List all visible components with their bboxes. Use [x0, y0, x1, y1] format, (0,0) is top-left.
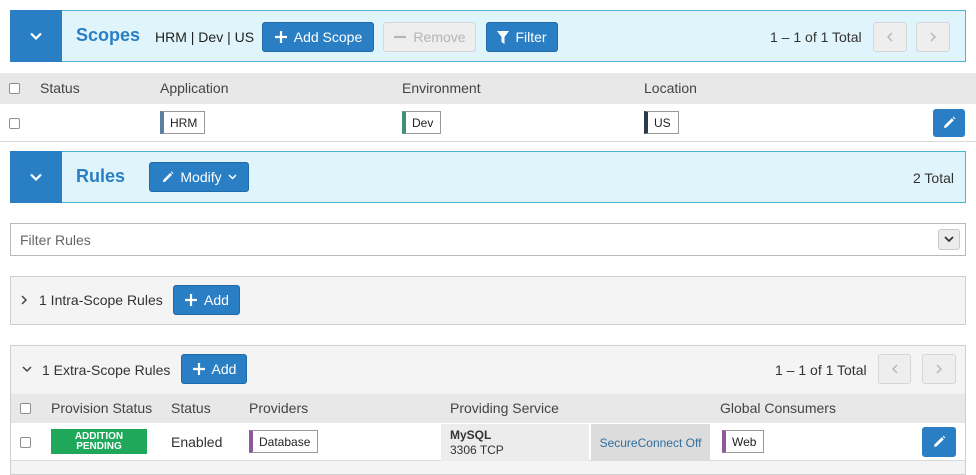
col-header-global-consumers[interactable]: Global Consumers	[720, 400, 836, 416]
modify-button[interactable]: Modify	[149, 162, 249, 192]
filter-rules-field[interactable]	[10, 223, 966, 256]
chevron-left-icon	[887, 32, 893, 42]
environment-label-tag: Dev	[402, 111, 442, 134]
extra-scope-rules-label[interactable]: 1 Extra-Scope Rules	[42, 362, 170, 378]
add-extra-label: Add	[211, 361, 237, 377]
filter-rules-input[interactable]	[11, 224, 911, 255]
scopes-collapse-toggle[interactable]	[10, 10, 62, 62]
chevron-down-icon[interactable]	[22, 365, 32, 373]
service-name: MySQL	[450, 428, 492, 442]
col-header-application[interactable]: Application	[160, 80, 229, 96]
rules-total-text: 2 Total	[913, 170, 954, 186]
scopes-prev-page-button[interactable]	[873, 22, 907, 52]
plus-icon	[185, 294, 198, 306]
location-label-tag: US	[644, 111, 679, 134]
add-intra-scope-rule-button[interactable]: Add	[173, 285, 240, 315]
filter-icon	[497, 30, 510, 44]
service-port: 3306 TCP	[450, 443, 504, 457]
chevron-right-icon	[936, 364, 942, 374]
col-header-status[interactable]: Status	[171, 400, 211, 416]
scope-label: HRM | Dev | US	[155, 29, 255, 45]
scopes-pagination-text: 1 – 1 of 1 Total	[770, 29, 862, 45]
remove-scope-label: Remove	[413, 29, 466, 45]
add-scope-button[interactable]: Add Scope	[262, 22, 374, 52]
application-label-tag: HRM	[160, 111, 206, 134]
rules-collapse-toggle[interactable]	[10, 151, 62, 203]
col-header-environment[interactable]: Environment	[402, 80, 481, 96]
filter-label: Filter	[515, 29, 547, 45]
consumer-label-tag: Web	[722, 430, 765, 453]
remove-scope-button[interactable]: Remove	[383, 22, 476, 52]
extra-prev-page-button[interactable]	[878, 354, 911, 384]
chevron-right-icon	[930, 32, 936, 42]
scopes-grid-header	[0, 73, 976, 104]
chevron-down-icon	[30, 173, 42, 182]
minus-icon	[394, 35, 407, 39]
scopes-select-all-checkbox[interactable]	[9, 83, 20, 94]
table-row	[0, 104, 976, 142]
extra-scope-pagination-text: 1 – 1 of 1 Total	[775, 362, 867, 378]
rule-status-text: Enabled	[171, 434, 223, 450]
chevron-left-icon	[891, 364, 897, 374]
add-extra-scope-rule-button[interactable]: Add	[181, 354, 247, 384]
pencil-icon	[944, 116, 956, 128]
col-header-status[interactable]: Status	[40, 80, 80, 96]
intra-scope-rules-label[interactable]: 1 Intra-Scope Rules	[39, 292, 163, 308]
col-header-providers[interactable]: Providers	[249, 400, 308, 416]
plus-icon	[192, 363, 205, 375]
extra-select-all-checkbox[interactable]	[20, 403, 31, 414]
add-intra-label: Add	[204, 292, 229, 308]
filter-dropdown-button[interactable]	[938, 229, 960, 250]
pencil-icon	[163, 171, 174, 182]
rules-title: Rules	[76, 166, 126, 186]
chevron-right-icon[interactable]	[20, 295, 28, 305]
secure-connect-status: SecureConnect Off	[591, 424, 710, 461]
chevron-down-icon	[944, 236, 954, 243]
scopes-next-page-button[interactable]	[916, 22, 950, 52]
extra-next-page-button[interactable]	[922, 354, 956, 384]
modify-label: Modify	[180, 169, 222, 185]
provision-status-badge: ADDITION PENDING	[51, 429, 147, 454]
caret-down-icon	[228, 174, 237, 180]
scopes-title: Scopes	[76, 25, 141, 45]
add-scope-label: Add Scope	[293, 29, 363, 45]
provider-label-tag: Database	[249, 430, 319, 453]
row-checkbox[interactable]	[9, 118, 20, 129]
chevron-down-icon	[30, 32, 42, 41]
row-checkbox[interactable]	[20, 437, 31, 448]
col-header-location[interactable]: Location	[644, 80, 697, 96]
plus-icon	[274, 31, 287, 43]
edit-scope-button[interactable]	[933, 109, 965, 137]
pencil-icon	[934, 435, 946, 447]
col-header-providing-service[interactable]: Providing Service	[450, 400, 559, 416]
filter-button[interactable]: Filter	[486, 22, 558, 52]
col-header-provision-status[interactable]: Provision Status	[51, 400, 152, 416]
edit-rule-button[interactable]	[922, 427, 956, 457]
